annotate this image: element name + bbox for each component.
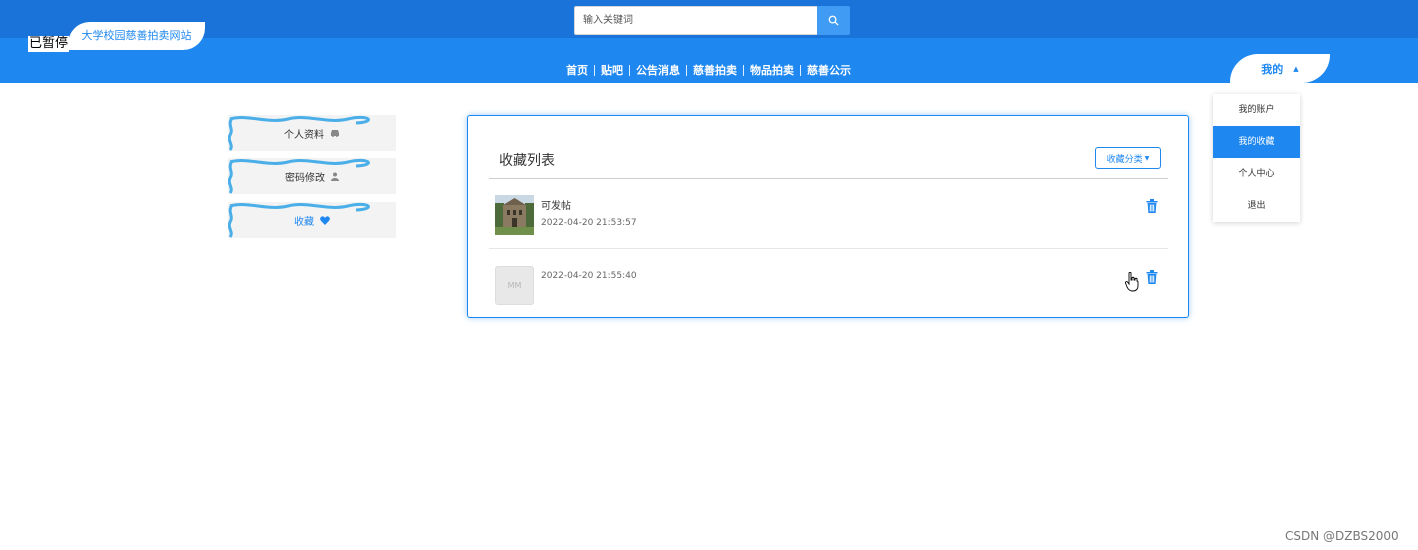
sidebar-item-label: 密码修改 <box>285 172 325 184</box>
user-dropdown: 我的账户 我的收藏 个人中心 退出 <box>1213 94 1300 222</box>
category-button-label: 收藏分类 <box>1106 154 1143 165</box>
favorite-title[interactable]: 可发帖 <box>541 197 571 212</box>
nav-separator <box>686 64 687 76</box>
search-input[interactable] <box>574 6 817 35</box>
user-icon <box>331 172 339 181</box>
nav-forum[interactable]: 贴吧 <box>595 62 629 78</box>
sidebar-item-password[interactable]: 密码修改 <box>228 158 396 194</box>
nav-announcements[interactable]: 公告消息 <box>630 62 686 78</box>
trash-icon <box>1146 199 1158 213</box>
top-bar <box>0 0 1418 38</box>
watermark: CSDN @DZBS2000 <box>1285 529 1399 543</box>
user-menu-button[interactable]: 我的 ▲ <box>1230 54 1330 83</box>
divider <box>489 178 1168 179</box>
nav-charity-auction[interactable]: 慈善拍卖 <box>687 62 743 78</box>
search-button[interactable] <box>817 6 850 35</box>
sidebar-item-profile[interactable]: 个人资料 <box>228 115 396 151</box>
delete-favorite-button[interactable] <box>1146 198 1158 217</box>
favorite-time: 2022-04-20 21:55:40 <box>541 271 637 281</box>
hand-cursor-icon <box>1124 271 1139 296</box>
caret-down-icon: ▼ <box>1144 154 1150 162</box>
divider <box>489 248 1168 249</box>
search-icon <box>828 15 839 26</box>
sidebar-item-label: 个人资料 <box>284 129 324 141</box>
nav-separator <box>594 64 595 76</box>
building-photo <box>495 195 534 235</box>
sidebar-item-favorites[interactable]: 收藏 <box>228 202 396 238</box>
thumbnail-placeholder-text: MM <box>507 281 522 290</box>
user-menu-label: 我的 <box>1261 62 1284 76</box>
paused-label: 已暂停 <box>28 36 70 52</box>
nav-charity-notice[interactable]: 慈善公示 <box>801 62 857 78</box>
favorites-panel: 收藏列表 收藏分类 ▼ 可发帖 2022-04-20 21:53:57 MM 2… <box>467 115 1189 318</box>
main-nav: 首页 贴吧 公告消息 慈善拍卖 物品拍卖 慈善公示 <box>560 62 857 78</box>
nav-separator <box>629 64 630 76</box>
favorite-thumbnail[interactable]: MM <box>495 266 534 305</box>
dropdown-personal-center[interactable]: 个人中心 <box>1213 158 1300 190</box>
dropdown-logout[interactable]: 退出 <box>1213 190 1300 222</box>
caret-up-icon: ▲ <box>1293 64 1299 73</box>
nav-item-auction[interactable]: 物品拍卖 <box>744 62 800 78</box>
nav-home[interactable]: 首页 <box>560 62 594 78</box>
trash-icon <box>1146 270 1158 284</box>
delete-favorite-button[interactable] <box>1146 269 1158 288</box>
dropdown-my-account[interactable]: 我的账户 <box>1213 94 1300 126</box>
nav-bar: 首页 贴吧 公告消息 慈善拍卖 物品拍卖 慈善公示 <box>0 38 1418 83</box>
favorite-thumbnail[interactable] <box>495 195 534 235</box>
car-icon <box>330 129 340 137</box>
dropdown-my-favorites[interactable]: 我的收藏 <box>1213 126 1300 158</box>
nav-separator <box>800 64 801 76</box>
favorite-time: 2022-04-20 21:53:57 <box>541 218 637 228</box>
sidebar-item-label: 收藏 <box>294 216 314 228</box>
category-button[interactable]: 收藏分类 ▼ <box>1095 147 1161 169</box>
site-title[interactable]: 大学校园慈善拍卖网站 <box>68 22 205 50</box>
nav-separator <box>743 64 744 76</box>
heart-icon <box>320 215 330 225</box>
search-bar <box>574 6 850 35</box>
panel-title: 收藏列表 <box>499 153 555 169</box>
